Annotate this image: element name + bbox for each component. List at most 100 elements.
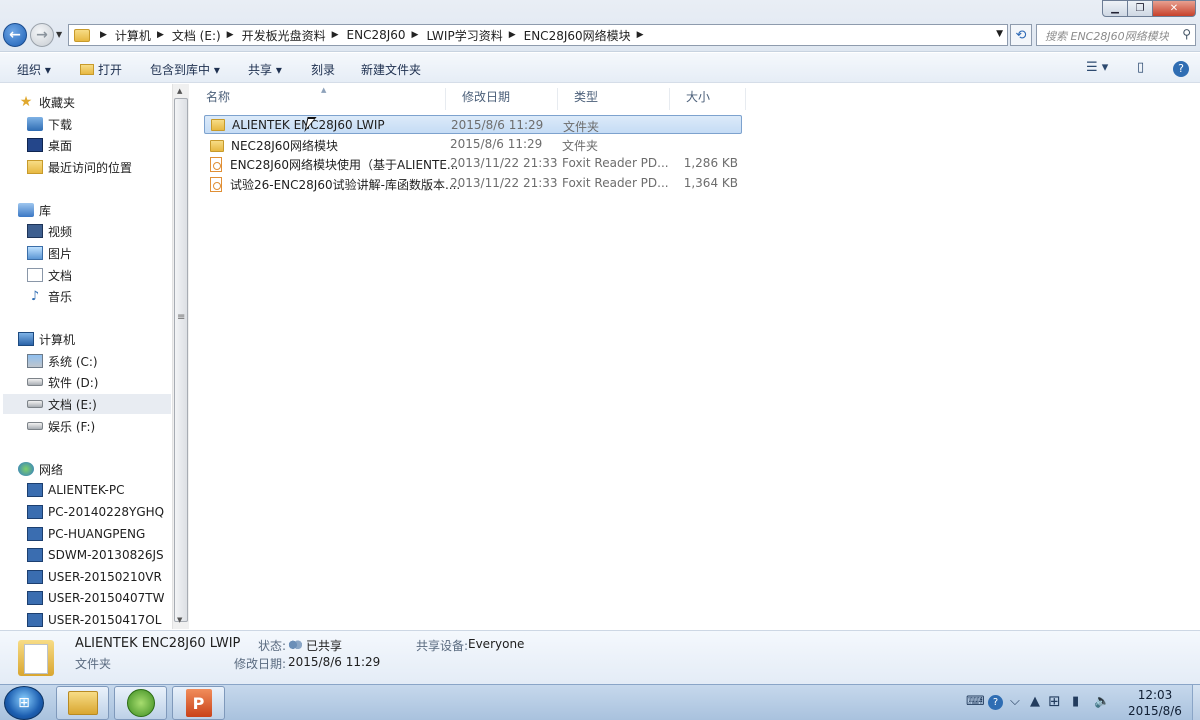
- keyboard-icon[interactable]: ⌨: [966, 694, 985, 709]
- nav-network-label: 网络: [39, 462, 64, 477]
- nav-host[interactable]: ALIENTEK-PC: [27, 480, 124, 500]
- show-desktop-button[interactable]: [1192, 685, 1200, 720]
- details-shared-value: Everyone: [468, 637, 525, 651]
- nav-host[interactable]: SDWM-20130826JS: [27, 545, 164, 565]
- scroll-up-icon[interactable]: ▲: [177, 87, 182, 95]
- chevron-right-icon[interactable]: ▶: [637, 30, 644, 40]
- nav-drive-d-label: 软件 (D:): [48, 375, 99, 390]
- chevron-right-icon[interactable]: ▶: [157, 30, 164, 40]
- nav-music[interactable]: ♪ 音乐: [27, 286, 72, 306]
- input-method-icon[interactable]: ⌵: [1010, 694, 1020, 709]
- open-button[interactable]: 打开: [80, 61, 122, 78]
- open-folder-icon: [80, 64, 94, 75]
- breadcrumb-lwip[interactable]: LWIP学习资料: [426, 27, 502, 44]
- column-header-name[interactable]: ▲ 名称: [190, 86, 446, 110]
- volume-icon[interactable]: 🔈: [1094, 694, 1110, 709]
- nav-drive-d[interactable]: 软件 (D:): [27, 372, 98, 392]
- search-input[interactable]: 搜索 ENC28J60网络模块 ⚲: [1036, 24, 1196, 46]
- breadcrumb-drive-e[interactable]: 文档 (E:): [172, 27, 221, 44]
- include-in-library-button[interactable]: 包含到库中 ▾: [150, 61, 220, 78]
- nav-documents[interactable]: 文档: [27, 265, 72, 285]
- nav-drive-e[interactable]: 文档 (E:): [3, 394, 171, 414]
- nav-drive-f[interactable]: 娱乐 (F:): [27, 416, 95, 436]
- refresh-button[interactable]: ⟲: [1010, 24, 1032, 46]
- nav-pictures-label: 图片: [48, 246, 73, 261]
- nav-desktop[interactable]: 桌面: [27, 135, 72, 155]
- address-bar[interactable]: ▶ 计算机 ▶ 文档 (E:) ▶ 开发板光盘资料 ▶ ENC28J60 ▶ L…: [68, 24, 1008, 46]
- nav-network[interactable]: 网络: [18, 459, 63, 479]
- minimize-button[interactable]: ▁: [1102, 0, 1128, 17]
- nav-host[interactable]: USER-20150417OL: [27, 610, 161, 629]
- nav-host[interactable]: PC-HUANGPENG: [27, 524, 145, 544]
- network-computer-icon: [27, 613, 43, 627]
- chevron-right-icon[interactable]: ▶: [100, 30, 107, 40]
- chevron-right-icon[interactable]: ▶: [412, 30, 419, 40]
- taskbar-app-button[interactable]: [114, 686, 167, 720]
- nav-videos[interactable]: 视频: [27, 221, 72, 241]
- help-icon[interactable]: ?: [1173, 61, 1189, 77]
- nav-host[interactable]: USER-20150407TW: [27, 588, 164, 608]
- clock[interactable]: 12:03 2015/8/6: [1124, 687, 1186, 719]
- nav-drive-c[interactable]: 系统 (C:): [27, 351, 98, 371]
- organize-label: 组织: [17, 63, 42, 77]
- search-icon[interactable]: ⚲: [1182, 27, 1191, 41]
- forward-button[interactable]: →: [30, 23, 54, 47]
- chevron-right-icon[interactable]: ▶: [509, 30, 516, 40]
- scroll-down-icon[interactable]: ▼: [177, 616, 182, 624]
- nav-downloads[interactable]: 下载: [27, 114, 72, 134]
- preview-pane-icon[interactable]: ▯: [1137, 60, 1144, 75]
- share-button[interactable]: 共享 ▾: [248, 61, 282, 78]
- breadcrumb-computer[interactable]: 计算机: [115, 27, 151, 44]
- close-button[interactable]: ✕: [1152, 0, 1196, 17]
- network-signal-icon[interactable]: ▮: [1072, 694, 1079, 709]
- network-computer-icon: [27, 570, 43, 584]
- taskbar-powerpoint-button[interactable]: P: [172, 686, 225, 720]
- recent-pages-button[interactable]: ▼: [56, 30, 62, 39]
- nav-pictures[interactable]: 图片: [27, 243, 72, 263]
- breadcrumb-current[interactable]: ENC28J60网络模块: [524, 27, 631, 44]
- file-row[interactable]: NEC28J60网络模块 2015/8/6 11:29 文件夹: [204, 135, 742, 154]
- nav-computer[interactable]: 计算机: [18, 329, 75, 349]
- details-status-text: 已共享: [306, 639, 343, 653]
- taskbar-explorer-button[interactable]: [56, 686, 109, 720]
- back-button[interactable]: ←: [3, 23, 27, 47]
- show-hidden-icons-icon[interactable]: ▲: [1030, 694, 1040, 709]
- chevron-right-icon[interactable]: ▶: [227, 30, 234, 40]
- network-computer-icon: [27, 527, 43, 541]
- column-header-type[interactable]: 类型: [558, 88, 670, 110]
- libraries-icon: [18, 203, 34, 217]
- file-row[interactable]: ALIENTEK ENC28J60 LWIP 2015/8/6 11:29 文件…: [204, 115, 742, 134]
- help-tray-icon[interactable]: ?: [988, 695, 1003, 710]
- search-placeholder: 搜索 ENC28J60网络模块: [1045, 30, 1169, 43]
- navigation-scrollbar[interactable]: ▲ ≡ ▼: [172, 84, 189, 629]
- chevron-right-icon[interactable]: ▶: [332, 30, 339, 40]
- file-row[interactable]: 试验26-ENC28J60试验讲解-库函数版本.... 2013/11/22 2…: [204, 174, 742, 193]
- column-header-size[interactable]: 大小: [670, 88, 746, 110]
- column-type-label: 类型: [574, 90, 599, 104]
- view-options-icon[interactable]: ☰ ▾: [1086, 60, 1108, 75]
- file-date: 2013/11/22 21:33: [450, 176, 558, 190]
- organize-button[interactable]: 组织 ▾: [17, 61, 51, 78]
- nav-host[interactable]: PC-20140228YGHQ: [27, 502, 164, 522]
- recorder-app-icon: [126, 689, 155, 717]
- nav-host-label: SDWM-20130826JS: [48, 548, 164, 562]
- nav-libraries[interactable]: 库: [18, 200, 51, 220]
- windows-flag-icon[interactable]: ⊞: [1048, 692, 1061, 710]
- address-dropdown-icon[interactable]: ▼: [996, 29, 1003, 39]
- maximize-button[interactable]: ❐: [1127, 0, 1153, 17]
- start-button[interactable]: ⊞: [4, 686, 44, 720]
- scrollbar-thumb[interactable]: [174, 98, 188, 622]
- file-date: 2015/8/6 11:29: [450, 137, 543, 151]
- column-header-date[interactable]: 修改日期: [446, 88, 558, 110]
- network-computer-icon: [27, 591, 43, 605]
- new-folder-button[interactable]: 新建文件夹: [361, 61, 421, 78]
- nav-favorites[interactable]: ★ 收藏夹: [18, 92, 75, 112]
- burn-button[interactable]: 刻录: [311, 61, 335, 78]
- breadcrumb-enc28j60[interactable]: ENC28J60: [347, 28, 406, 42]
- details-status-value: 已共享: [288, 637, 342, 654]
- file-row[interactable]: ENC28J60网络模块使用（基于ALIENTE... 2013/11/22 2…: [204, 154, 742, 173]
- nav-host-label: USER-20150210VR: [48, 570, 162, 584]
- nav-recent-places[interactable]: 最近访问的位置: [27, 157, 132, 177]
- nav-host[interactable]: USER-20150210VR: [27, 567, 162, 587]
- breadcrumb-cd-materials[interactable]: 开发板光盘资料: [242, 27, 326, 44]
